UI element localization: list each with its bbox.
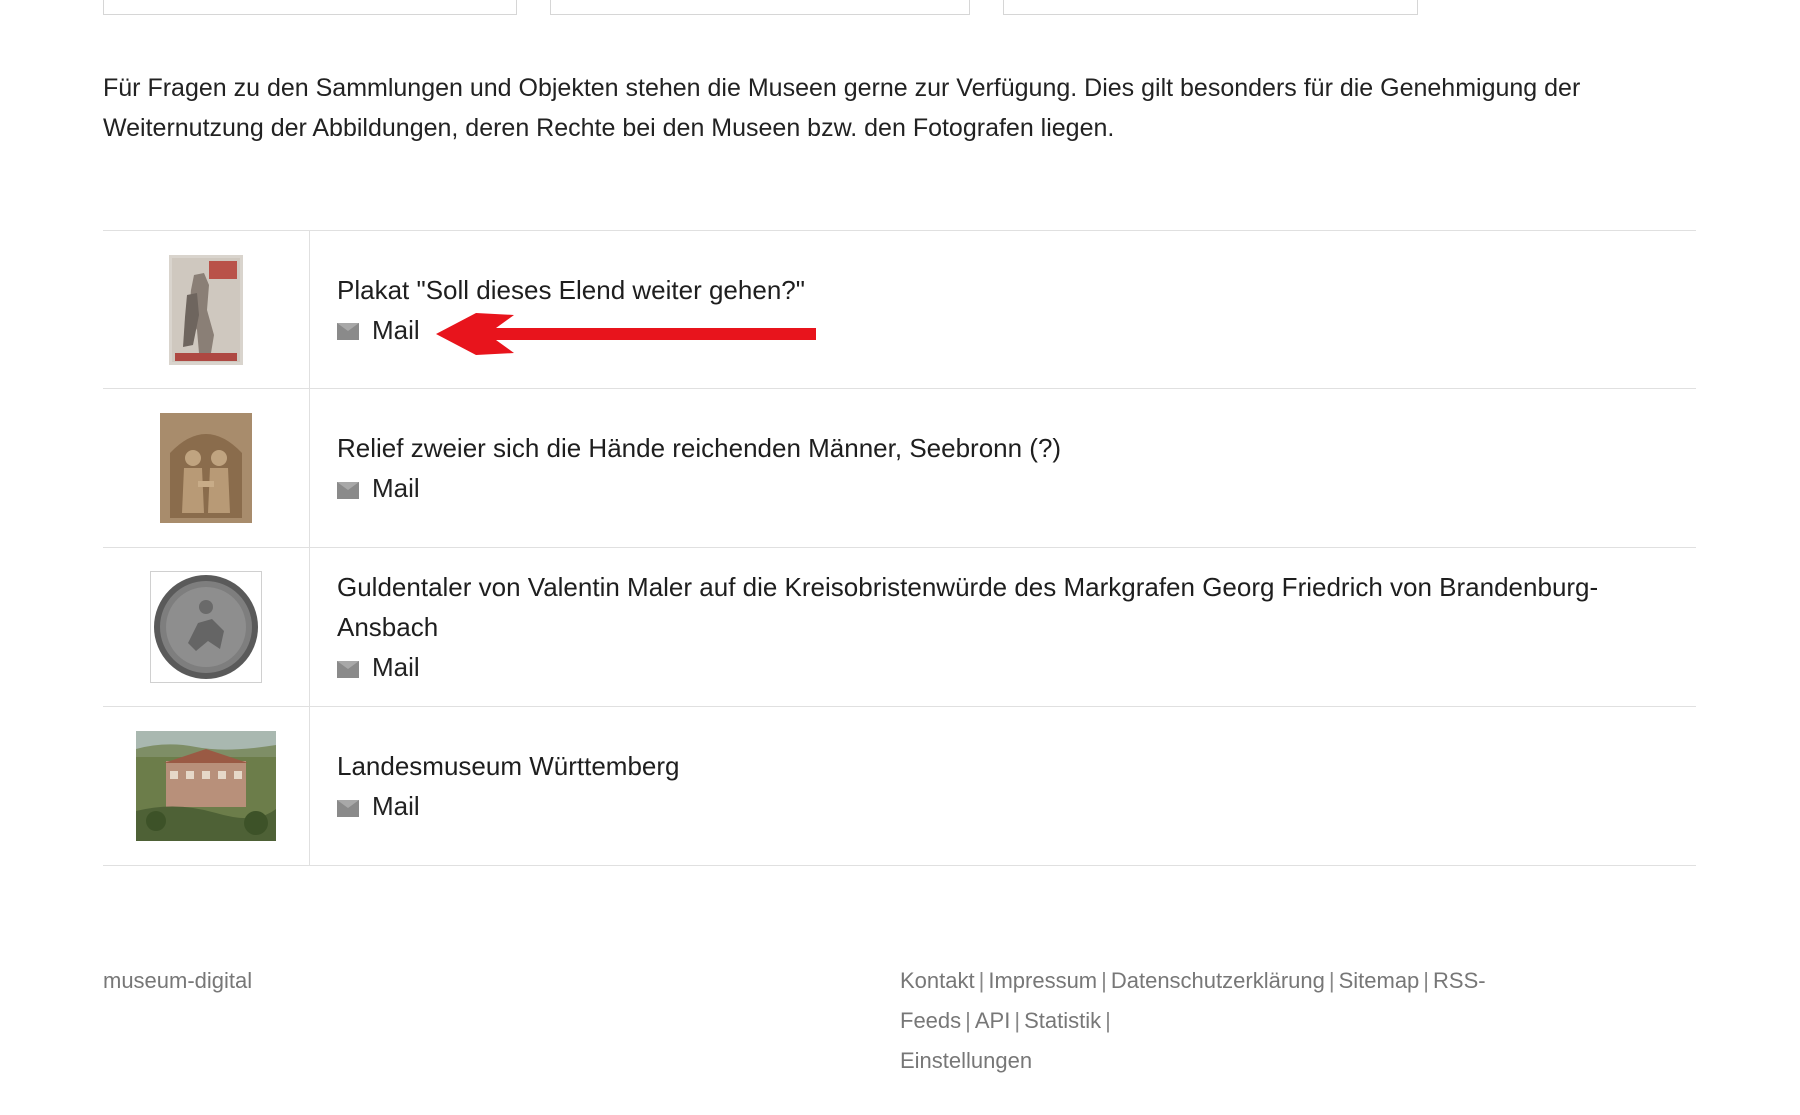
- coin-thumbnail[interactable]: [150, 571, 262, 683]
- footer-separator: |: [1014, 1008, 1021, 1033]
- info-cell: Plakat "Soll dieses Elend weiter gehen?"…: [310, 231, 1696, 388]
- mail-link[interactable]: Mail: [337, 468, 1696, 508]
- mail-label: Mail: [372, 473, 420, 503]
- thumb-cell: [103, 389, 310, 547]
- table-row: Guldentaler von Valentin Maler auf die K…: [103, 548, 1696, 707]
- footer-link-impressum[interactable]: Impressum: [988, 968, 1097, 993]
- info-cell: Landesmuseum Württemberg Mail: [310, 707, 1696, 865]
- envelope-icon: [337, 799, 359, 817]
- object-title[interactable]: Guldentaler von Valentin Maler auf die K…: [337, 567, 1696, 647]
- footer-site-name[interactable]: museum-digital: [103, 961, 252, 1001]
- footer-separator: |: [1101, 968, 1107, 993]
- footer-link-sitemap[interactable]: Sitemap: [1339, 968, 1420, 993]
- mail-label: Mail: [372, 652, 420, 682]
- object-title[interactable]: Plakat "Soll dieses Elend weiter gehen?": [337, 270, 1696, 310]
- info-cell: Guldentaler von Valentin Maler auf die K…: [310, 548, 1696, 706]
- object-title[interactable]: Landesmuseum Württemberg: [337, 746, 1696, 786]
- footer-separator: |: [1423, 968, 1430, 993]
- footer-link-einstellungen[interactable]: Einstellungen: [900, 1048, 1032, 1073]
- table-row: Plakat "Soll dieses Elend weiter gehen?"…: [103, 231, 1696, 389]
- envelope-icon: [337, 660, 359, 678]
- object-title[interactable]: Relief zweier sich die Hände reichenden …: [337, 428, 1696, 468]
- top-box-1[interactable]: [103, 0, 517, 15]
- contact-table: Plakat "Soll dieses Elend weiter gehen?"…: [103, 230, 1696, 866]
- thumb-cell: [103, 231, 310, 388]
- mail-link[interactable]: Mail: [337, 786, 1696, 826]
- intro-text: Für Fragen zu den Sammlungen und Objekte…: [103, 74, 1581, 142]
- annotation-arrow: [436, 313, 816, 355]
- envelope-icon: [337, 481, 359, 499]
- envelope-icon: [337, 323, 359, 340]
- footer-link-statistik[interactable]: Statistik: [1024, 1008, 1101, 1033]
- footer-separator: |: [1328, 968, 1335, 993]
- museum-thumbnail[interactable]: [136, 731, 276, 841]
- footer-link-datenschutz[interactable]: Datenschutzerklärung: [1111, 968, 1325, 993]
- footer-link-api[interactable]: API: [975, 1008, 1010, 1033]
- top-box-3[interactable]: [1003, 0, 1418, 15]
- footer-separator: |: [965, 1008, 971, 1033]
- mail-link[interactable]: Mail: [337, 647, 1696, 687]
- thumb-cell: [103, 707, 310, 865]
- footer-link-kontakt[interactable]: Kontakt: [900, 968, 975, 993]
- table-row: Relief zweier sich die Hände reichenden …: [103, 389, 1696, 548]
- mail-label: Mail: [372, 791, 420, 821]
- footer-separator: |: [1105, 1008, 1111, 1033]
- top-box-2[interactable]: [550, 0, 970, 15]
- footer-separator: |: [978, 968, 985, 993]
- page: Für Fragen zu den Sammlungen und Objekte…: [0, 0, 1800, 1115]
- thumb-cell: [103, 548, 310, 706]
- poster-thumbnail[interactable]: [169, 254, 243, 365]
- relief-thumbnail[interactable]: [160, 413, 252, 523]
- info-cell: Relief zweier sich die Hände reichenden …: [310, 389, 1696, 547]
- table-row: Landesmuseum Württemberg Mail: [103, 707, 1696, 866]
- mail-label: Mail: [372, 314, 420, 345]
- footer-links: Kontakt | Impressum | Datenschutzerklärung | S…: [900, 961, 1690, 1081]
